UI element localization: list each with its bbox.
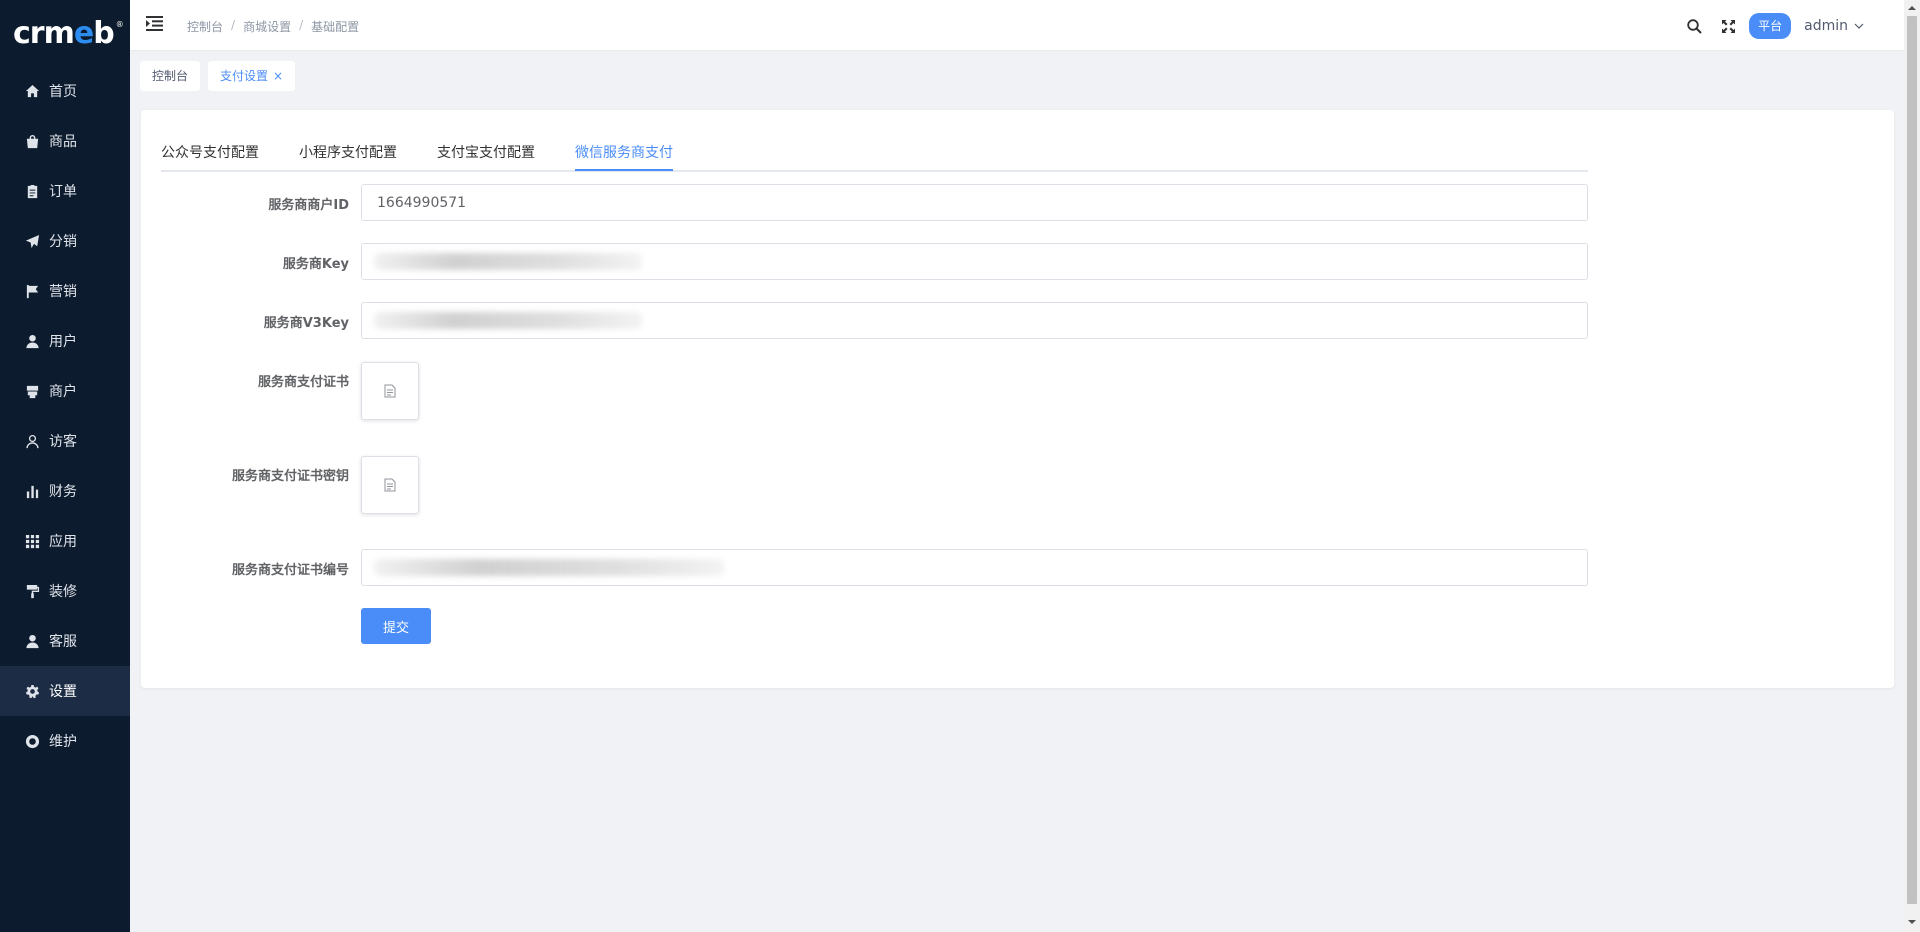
file-icon: [384, 478, 396, 492]
sidebar-item-orders[interactable]: 订单: [0, 166, 130, 216]
sidebar-item-apps[interactable]: 应用: [0, 516, 130, 566]
username: admin: [1804, 18, 1848, 34]
visitor-icon: [24, 433, 40, 449]
service-user-icon: [24, 633, 40, 649]
sidebar-menu: 首页 商品 订单 分销 营销 用户 商户 访客 财务 应用 装修 客服 设置 维…: [0, 66, 130, 766]
breadcrumb-item-basic-config: 基础配置: [311, 20, 360, 34]
merchant-id-label: 服务商商户ID: [268, 198, 349, 213]
sidebar-item-merchants[interactable]: 商户: [0, 366, 130, 416]
user-menu[interactable]: admin: [1804, 18, 1864, 34]
key-label: 服务商Key: [282, 257, 349, 272]
logo-text: crmeb: [13, 15, 115, 51]
menu-collapse-icon[interactable]: [146, 16, 163, 31]
file-icon: [384, 384, 396, 398]
sidebar-item-label: 用户: [49, 334, 77, 350]
grid-icon: [24, 533, 40, 549]
sidebar-item-decoration[interactable]: 装修: [0, 566, 130, 616]
cert-upload-button[interactable]: [361, 362, 419, 420]
tab-official-account-pay[interactable]: 公众号支付配置: [161, 142, 259, 172]
sidebar-item-label: 应用: [49, 534, 77, 550]
sidebar-item-settings[interactable]: 设置: [0, 666, 130, 716]
scroll-down-icon[interactable]: [1908, 918, 1916, 926]
tag-dashboard[interactable]: 控制台: [140, 61, 201, 91]
scroll-up-icon[interactable]: [1908, 4, 1916, 12]
top-header: 控制台 / 商城设置 / 基础配置 平台 admin: [130, 0, 1904, 51]
v3key-label: 服务商V3Key: [263, 316, 349, 331]
tab-wechat-service-provider-pay[interactable]: 微信服务商支付: [575, 142, 673, 172]
sidebar-item-label: 装修: [49, 584, 77, 600]
active-tab-indicator: [575, 169, 673, 171]
tag-label: 支付设置: [220, 69, 269, 83]
cert-serial-input[interactable]: [361, 549, 1588, 586]
payment-tabs: 公众号支付配置 小程序支付配置 支付宝支付配置 微信服务商支付: [161, 136, 1588, 172]
redacted-value: [374, 559, 724, 576]
search-icon[interactable]: [1685, 17, 1703, 35]
sidebar-item-customer-service[interactable]: 客服: [0, 616, 130, 666]
clipboard-icon: [24, 183, 40, 199]
logo[interactable]: crmeb ®: [0, 0, 130, 66]
cert-serial-label: 服务商支付证书编号: [231, 563, 349, 578]
tab-alipay[interactable]: 支付宝支付配置: [437, 142, 535, 172]
tag-payment-settings[interactable]: 支付设置 ×: [208, 61, 296, 91]
cert-label: 服务商支付证书: [257, 375, 349, 390]
key-input[interactable]: [361, 243, 1588, 280]
merchant-id-input[interactable]: [361, 184, 1588, 221]
sidebar-item-home[interactable]: 首页: [0, 66, 130, 116]
user-icon: [24, 333, 40, 349]
scroll-thumb[interactable]: [1907, 16, 1917, 904]
close-icon[interactable]: ×: [273, 69, 283, 83]
logo-registered-mark: ®: [115, 19, 124, 29]
tab-miniprogram-pay[interactable]: 小程序支付配置: [299, 142, 397, 172]
submit-button[interactable]: 提交: [361, 608, 431, 644]
flag-icon: [24, 283, 40, 299]
bar-chart-icon: [24, 483, 40, 499]
sidebar-item-label: 分销: [49, 234, 77, 250]
paint-roller-icon: [24, 583, 40, 599]
tag-label: 控制台: [152, 69, 189, 83]
sidebar-item-label: 设置: [49, 684, 77, 700]
sidebar-item-users[interactable]: 用户: [0, 316, 130, 366]
cert-key-upload-button[interactable]: [361, 456, 419, 514]
chevron-down-icon: [1854, 23, 1864, 29]
breadcrumb-item-mall-settings[interactable]: 商城设置: [243, 18, 291, 35]
breadcrumb: 控制台 / 商城设置 / 基础配置: [187, 18, 359, 35]
v3key-input[interactable]: [361, 302, 1588, 339]
gear-icon: [24, 683, 40, 699]
sidebar-item-label: 维护: [49, 734, 77, 750]
store-icon: [24, 383, 40, 399]
sidebar: crmeb ® 首页 商品 订单 分销 营销 用户 商户 访客 财务 应用 装修…: [0, 0, 130, 932]
header-actions: 平台 admin: [1669, 12, 1864, 40]
sidebar-item-label: 商品: [49, 134, 77, 150]
tags-bar: 控制台 支付设置 ×: [130, 51, 1904, 99]
sidebar-item-label: 访客: [49, 434, 77, 450]
platform-badge[interactable]: 平台: [1749, 13, 1792, 39]
sidebar-item-distribution[interactable]: 分销: [0, 216, 130, 266]
fullscreen-icon[interactable]: [1719, 17, 1737, 35]
sidebar-item-label: 营销: [49, 284, 77, 300]
maintenance-icon: [24, 733, 40, 749]
send-icon: [24, 233, 40, 249]
sidebar-item-products[interactable]: 商品: [0, 116, 130, 166]
page-scrollbar[interactable]: [1904, 0, 1920, 932]
sidebar-item-visitors[interactable]: 访客: [0, 416, 130, 466]
redacted-value: [374, 253, 642, 270]
sidebar-item-label: 客服: [49, 634, 77, 650]
sidebar-item-label: 商户: [49, 384, 77, 400]
sidebar-item-label: 订单: [49, 184, 77, 200]
sidebar-item-label: 首页: [49, 84, 77, 100]
sidebar-item-finance[interactable]: 财务: [0, 466, 130, 516]
breadcrumb-separator: /: [299, 18, 304, 32]
sidebar-item-label: 财务: [49, 484, 77, 500]
bag-icon: [24, 133, 40, 149]
breadcrumb-separator: /: [231, 18, 236, 32]
breadcrumb-item-dashboard[interactable]: 控制台: [187, 18, 223, 35]
sidebar-item-marketing[interactable]: 营销: [0, 266, 130, 316]
sidebar-item-maintenance[interactable]: 维护: [0, 716, 130, 766]
redacted-value: [374, 312, 642, 329]
home-icon: [24, 83, 40, 99]
cert-key-label: 服务商支付证书密钥: [231, 469, 349, 484]
